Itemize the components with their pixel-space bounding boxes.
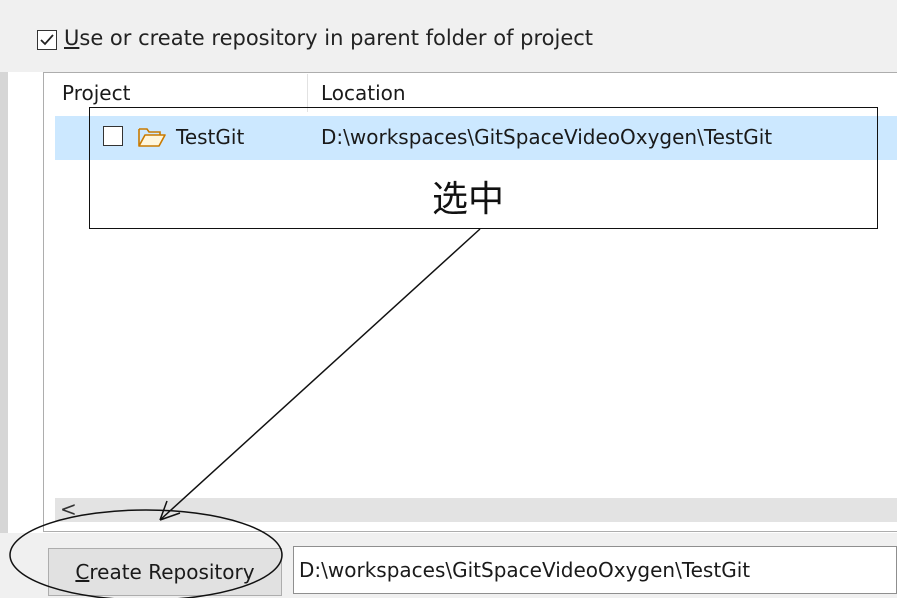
annotation-overlay (9, 228, 481, 598)
annotation-arrow-line (159, 228, 481, 521)
annotation-ellipse (9, 509, 283, 598)
